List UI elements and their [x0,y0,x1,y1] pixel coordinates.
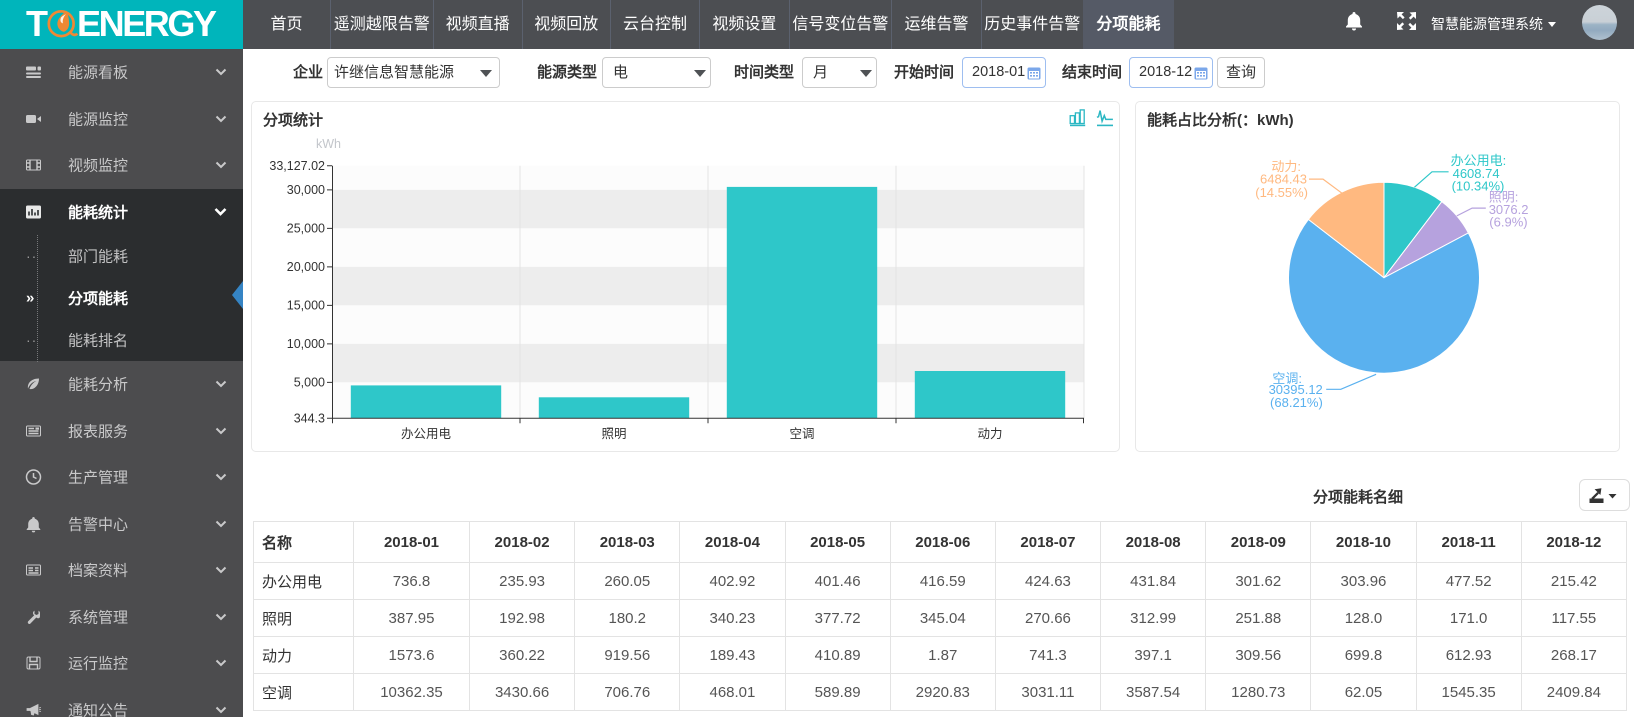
svg-text:20,000: 20,000 [287,260,325,274]
svg-text:办公用电: 办公用电 [401,426,452,441]
svg-text:30,000: 30,000 [287,183,325,197]
svg-text:(14.55%): (14.55%) [1255,185,1308,200]
svg-text:(68.21%): (68.21%) [1270,395,1323,410]
svg-text:(6.9%): (6.9%) [1489,215,1527,230]
svg-text:空调: 空调 [789,427,814,441]
svg-text:25,000: 25,000 [287,222,325,236]
svg-text:kWh: kWh [316,137,341,151]
svg-text:动力: 动力 [977,427,1002,441]
svg-text:15,000: 15,000 [287,299,325,313]
svg-text:照明: 照明 [601,427,626,441]
svg-text:33,127.02: 33,127.02 [269,159,325,173]
svg-text:10,000: 10,000 [287,337,325,351]
svg-text:5,000: 5,000 [294,376,325,390]
svg-text:344.3: 344.3 [294,412,325,426]
